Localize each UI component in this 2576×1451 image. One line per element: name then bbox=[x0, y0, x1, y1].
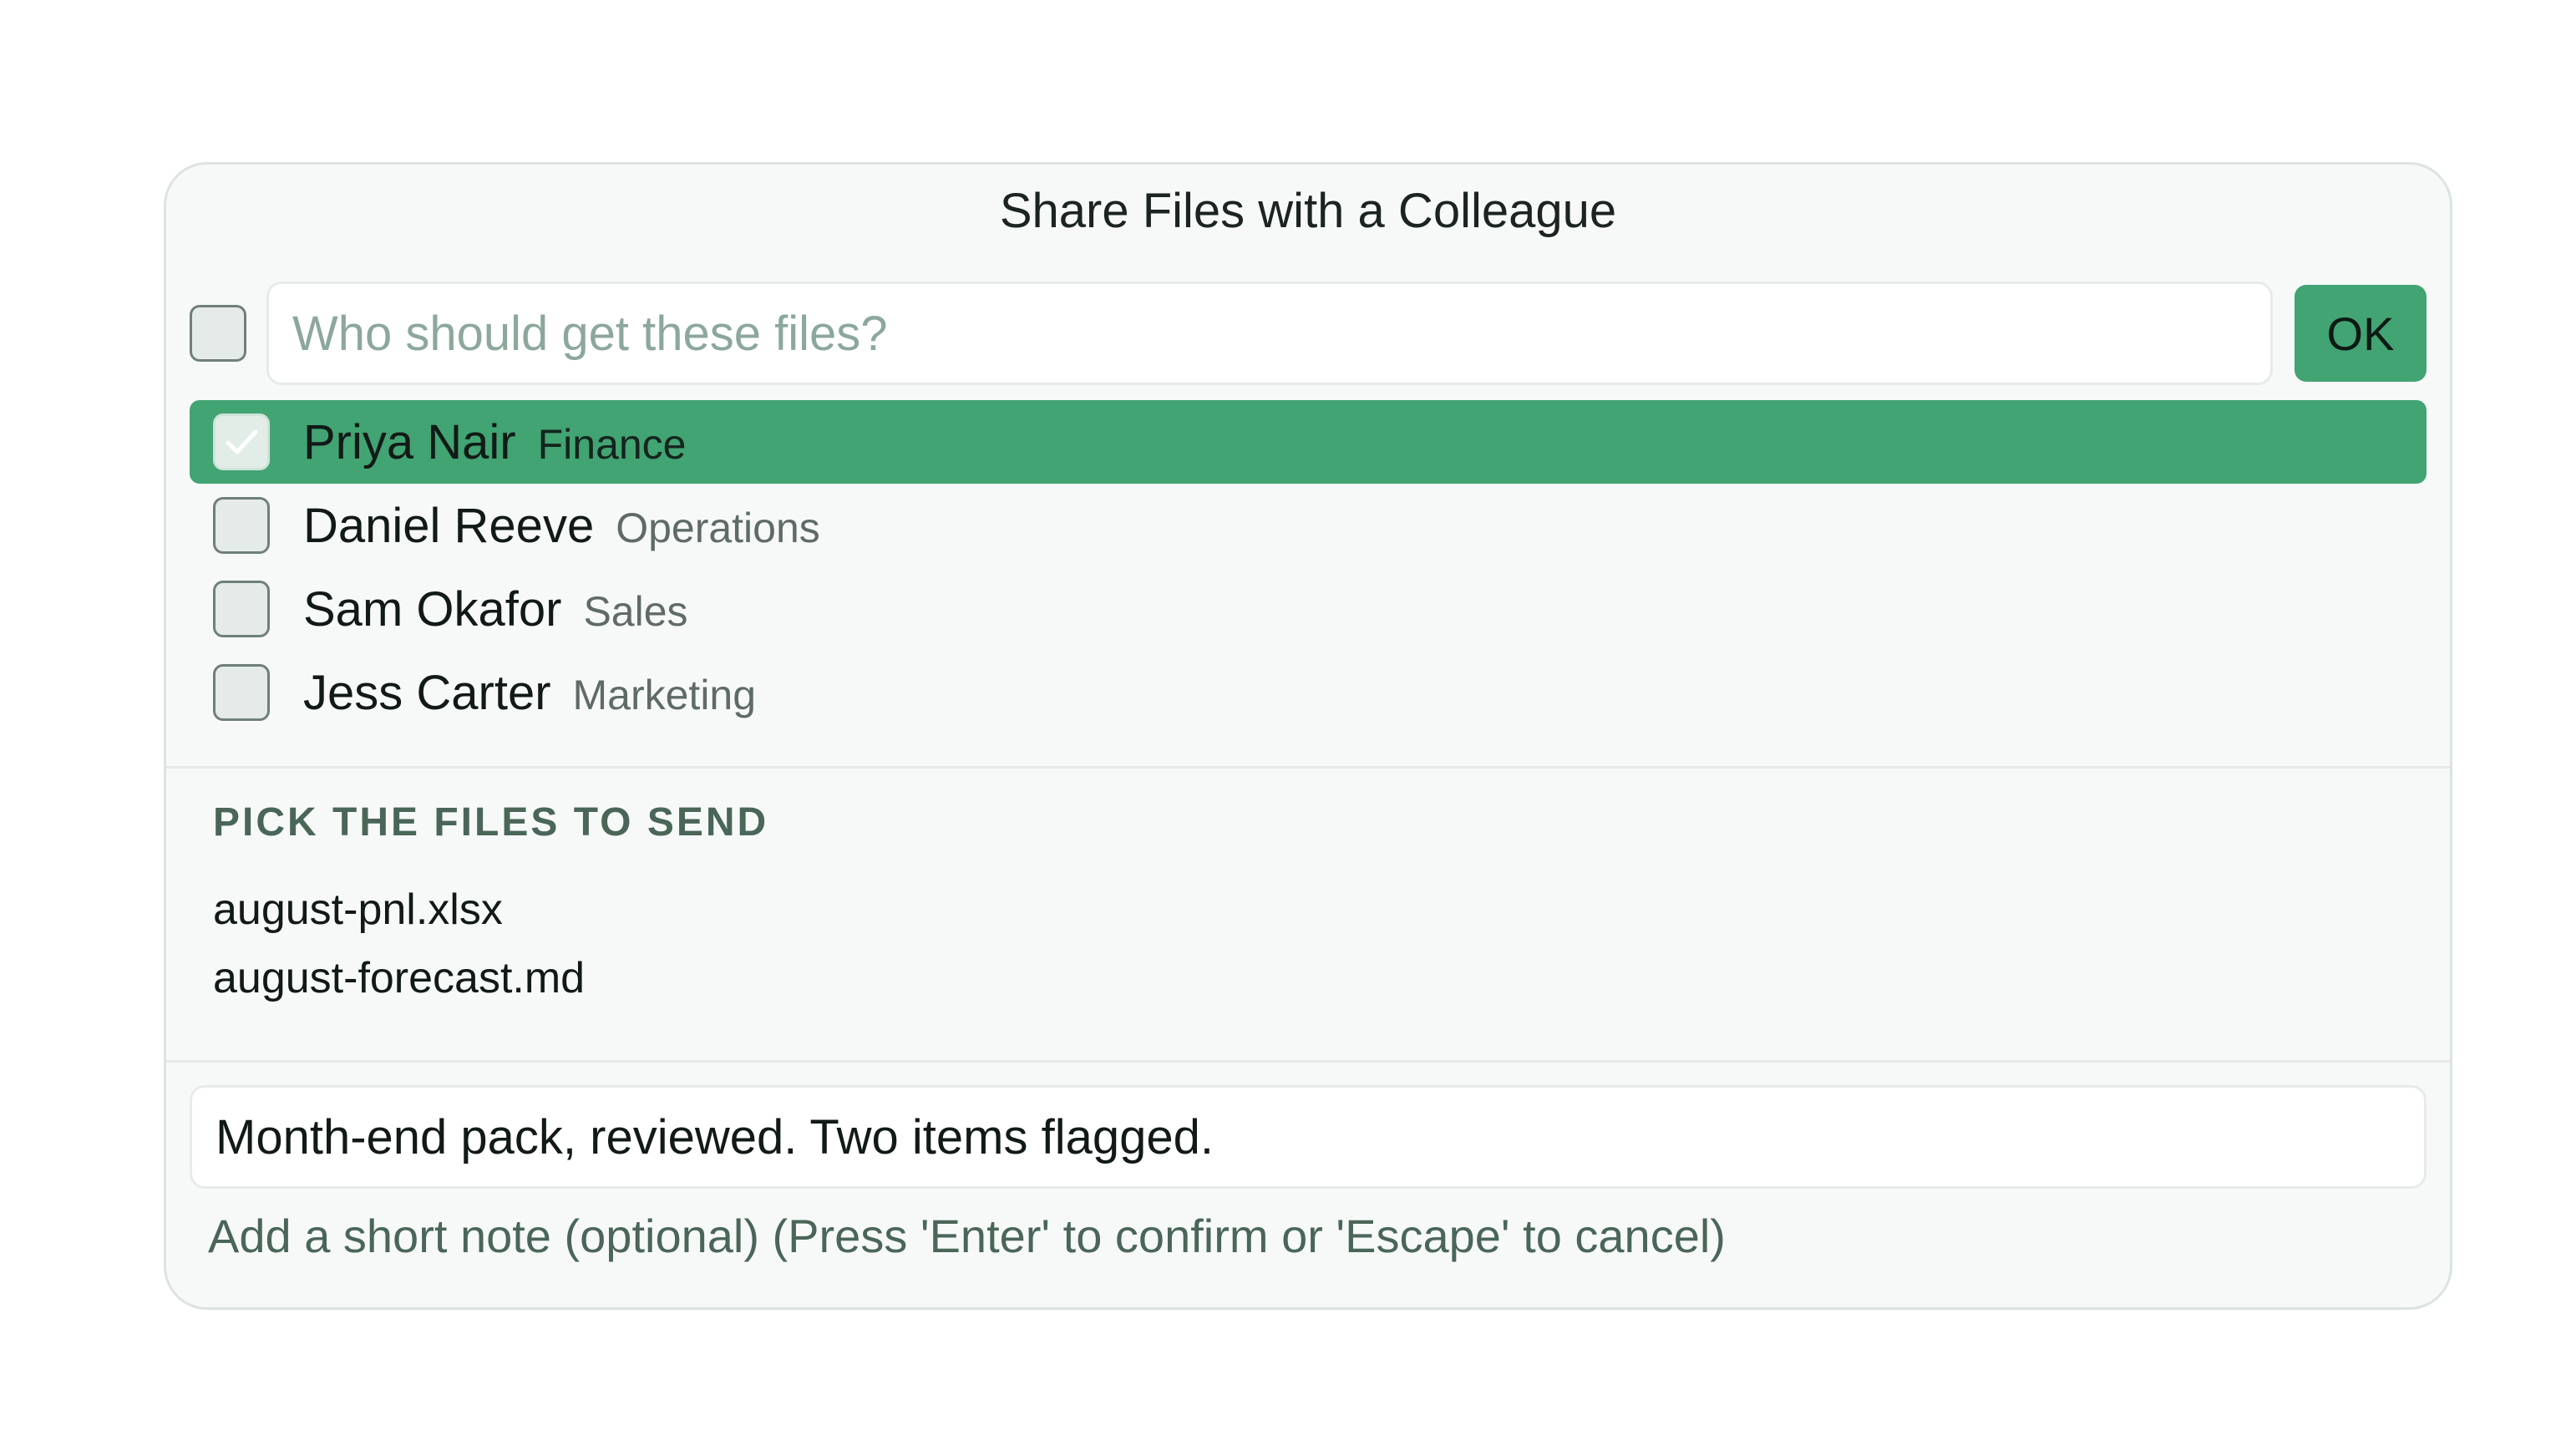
recipient-checkbox-sam-okafor[interactable] bbox=[213, 581, 270, 637]
checkmark-icon bbox=[226, 429, 258, 454]
recipient-name: Jess Carter Marketing bbox=[303, 665, 757, 720]
dialog-title: Share Files with a Colleague bbox=[999, 184, 1617, 238]
section-divider bbox=[166, 766, 2450, 769]
section-divider bbox=[166, 1060, 2450, 1063]
file-item-august-pnl[interactable]: august-pnl.xlsx bbox=[213, 885, 503, 935]
recipient-department: Operations bbox=[616, 504, 820, 551]
recipient-department: Finance bbox=[537, 420, 687, 468]
recipient-name: Priya Nair Finance bbox=[303, 414, 687, 469]
note-input[interactable] bbox=[190, 1085, 2426, 1189]
recipient-checkbox-priya-nair[interactable] bbox=[213, 413, 270, 470]
recipient-search-input[interactable] bbox=[266, 282, 2273, 385]
recipient-list: Priya Nair Finance Daniel Reeve Operations… bbox=[190, 400, 2426, 734]
recipient-search-row: OK bbox=[190, 282, 2426, 385]
recipient-department: Marketing bbox=[572, 671, 757, 718]
recipient-item-daniel-reeve[interactable]: Daniel Reeve Operations bbox=[190, 484, 2426, 567]
recipient-item-jess-carter[interactable]: Jess Carter Marketing bbox=[190, 651, 2426, 734]
recipient-item-priya-nair[interactable]: Priya Nair Finance bbox=[190, 400, 2426, 484]
ok-button[interactable]: OK bbox=[2295, 285, 2426, 382]
recipient-name: Daniel Reeve Operations bbox=[303, 498, 820, 553]
recipient-item-sam-okafor[interactable]: Sam Okafor Sales bbox=[190, 567, 2426, 651]
recipient-name: Sam Okafor Sales bbox=[303, 581, 688, 637]
recipient-checkbox-jess-carter[interactable] bbox=[213, 664, 270, 721]
file-item-august-forecast[interactable]: august-forecast.md bbox=[213, 953, 585, 1003]
select-all-checkbox[interactable] bbox=[190, 305, 246, 362]
share-dialog: Share Files with a Colleague OK Priya Na… bbox=[164, 162, 2452, 1310]
files-section-heading: PICK THE FILES TO SEND bbox=[213, 800, 769, 845]
note-hint: Add a short note (optional) (Press 'Ente… bbox=[208, 1210, 1726, 1262]
recipient-department: Sales bbox=[583, 587, 688, 635]
recipient-checkbox-daniel-reeve[interactable] bbox=[213, 497, 270, 554]
